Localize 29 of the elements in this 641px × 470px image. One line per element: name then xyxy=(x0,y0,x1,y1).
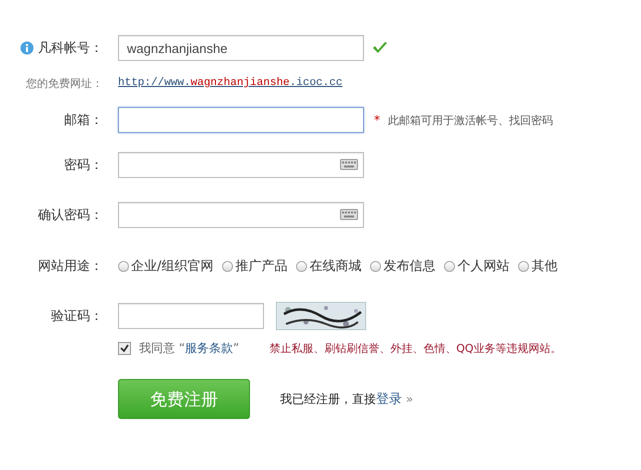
text-field[interactable] xyxy=(118,107,364,133)
field-label: 凡科帐号： xyxy=(38,40,103,57)
password-field[interactable] xyxy=(118,152,364,178)
agreement-text: 我同意 “服务条款” xyxy=(139,340,240,357)
field-label: 验证码： xyxy=(51,308,103,325)
radio-option[interactable]: 企业/组织官网 xyxy=(118,257,214,275)
field-hint: 此邮箱可用于激活帐号、找回密码 xyxy=(388,112,553,128)
captcha-field[interactable] xyxy=(118,303,264,329)
radio-option[interactable]: 其他 xyxy=(518,257,558,275)
field-label: 您的免费网址： xyxy=(26,76,103,90)
keyboard-icon[interactable] xyxy=(340,209,358,220)
text-field[interactable]: wagnzhanjianshe xyxy=(118,35,364,61)
radio-option[interactable]: 在线商城 xyxy=(296,257,362,275)
field-label: 确认密码： xyxy=(38,207,103,224)
site-url-link[interactable]: http://www.wagnzhanjianshe.icoc.cc xyxy=(118,77,342,89)
warning-text: 禁止私服、刷钻刷信誉、外挂、色情、QQ业务等违规网站。 xyxy=(269,341,562,356)
password-field[interactable] xyxy=(118,202,364,228)
radio-option[interactable]: 推广产品 xyxy=(222,257,288,275)
terms-link[interactable]: 服务条款 xyxy=(185,341,234,355)
keyboard-icon[interactable] xyxy=(340,159,358,170)
login-link[interactable]: 登录 xyxy=(376,392,402,407)
field-label: 密码： xyxy=(64,157,103,174)
login-prompt: 我已经注册，直接登录 » xyxy=(280,391,414,408)
agree-checkbox[interactable] xyxy=(118,342,131,355)
radio-option[interactable]: 发布信息 xyxy=(370,257,436,275)
required-mark: * xyxy=(374,113,380,127)
field-label: 网站用途： xyxy=(38,258,103,275)
field-label: 邮箱： xyxy=(64,112,103,129)
radio-option[interactable]: 个人网站 xyxy=(444,257,510,275)
